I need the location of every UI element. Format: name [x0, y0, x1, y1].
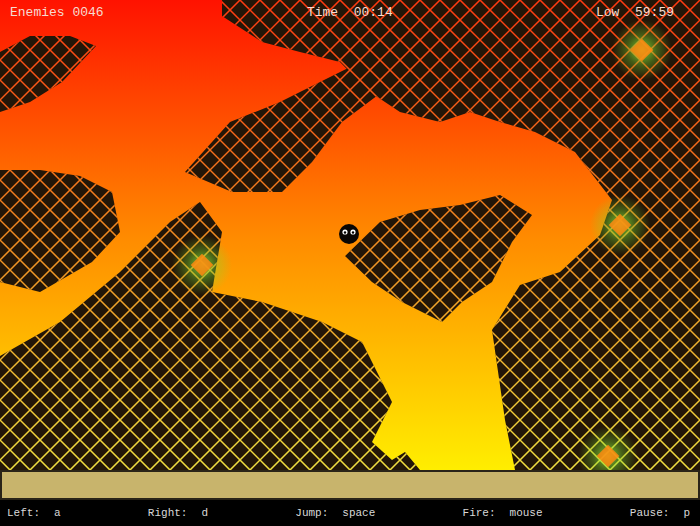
low-score: Low 59:59	[596, 4, 674, 22]
control-key: space	[342, 507, 375, 519]
control-label: Right:	[148, 507, 188, 519]
control-label: Pause:	[630, 507, 670, 519]
control-key: p	[683, 507, 690, 519]
control-label: Jump:	[295, 507, 328, 519]
control-hint: Jump: space	[295, 507, 375, 519]
control-label: Fire:	[463, 507, 496, 519]
player-icon	[339, 224, 359, 244]
control-hint: Pause: p	[630, 507, 690, 519]
enemy-icon	[172, 235, 232, 295]
controls-legend: Left: a Right: d Jump: space Fire: mouse Pause: p	[0, 500, 700, 526]
control-key: mouse	[510, 507, 543, 519]
game-screen: Enemies 0046 Time 00:14 Low 59:59 Left: a Rig…	[0, 0, 700, 526]
enemies-counter: Enemies 0046	[10, 4, 104, 22]
tile-blocks	[0, 0, 700, 470]
enemy-icon	[578, 426, 638, 470]
health-bar	[0, 470, 700, 500]
control-key: d	[201, 507, 208, 519]
control-key: a	[54, 507, 61, 519]
control-label: Left:	[7, 507, 40, 519]
enemy-icon	[612, 20, 672, 80]
control-hint: Right: d	[148, 507, 208, 519]
hud: Enemies 0046 Time 00:14 Low 59:59	[0, 4, 700, 22]
control-hint: Left: a	[7, 507, 61, 519]
enemy-icon	[590, 195, 650, 255]
game-arena[interactable]: Enemies 0046 Time 00:14 Low 59:59	[0, 0, 700, 470]
health-bar-fill	[2, 472, 698, 498]
time-counter: Time 00:14	[307, 4, 393, 22]
control-hint: Fire: mouse	[463, 507, 543, 519]
level-terrain	[0, 0, 700, 470]
